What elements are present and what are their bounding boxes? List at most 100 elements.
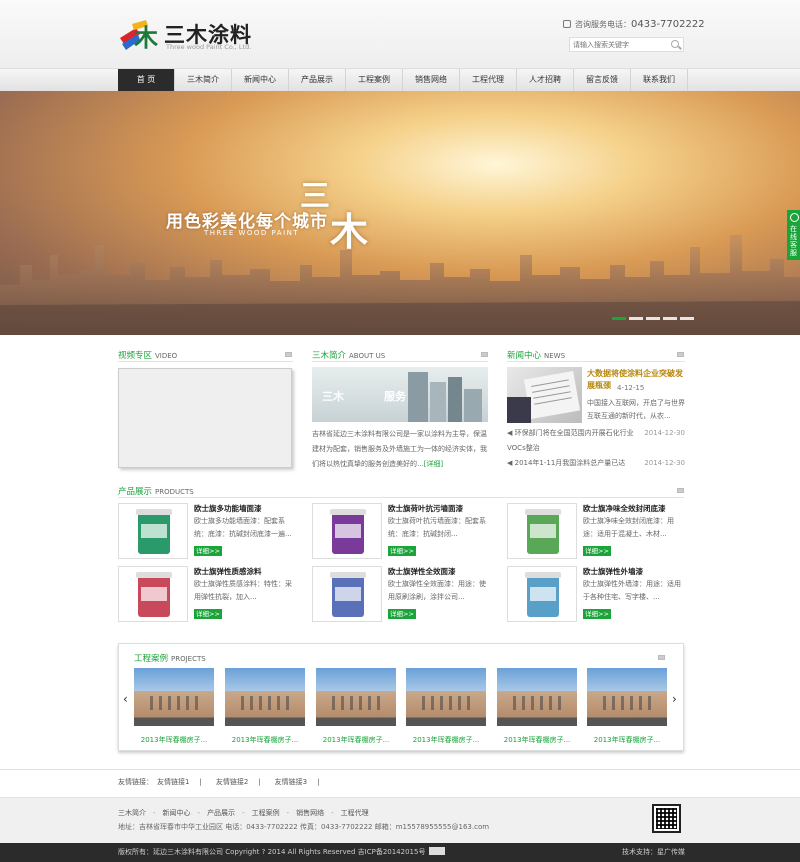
logo[interactable]: 木 三木涂料 Three wood Paint Co., Ltd. <box>118 18 278 52</box>
product-card[interactable]: 欧士旗弹性质感涂料 欧士旗弹性质感涂料：特性：采用弹性抗裂，加入... 详细>> <box>118 566 298 622</box>
products-title-en: PRODUCTS <box>155 488 194 496</box>
more-icon[interactable] <box>677 488 684 493</box>
paint-bucket-icon <box>136 509 172 554</box>
chevron-left-icon[interactable]: ‹ <box>123 692 128 706</box>
product-name[interactable]: 欧士旗弹性全效面漆 <box>388 566 456 577</box>
nav-item-jobs[interactable]: 人才招聘 <box>517 69 574 91</box>
product-detail-button[interactable]: 详细>> <box>388 609 416 619</box>
tech-support[interactable]: 技术支持：星广传媒 <box>622 843 685 862</box>
about-title: 三木简介 <box>312 351 347 361</box>
project-card[interactable]: 2013年珲春棚房子... <box>134 668 214 745</box>
friend-link[interactable]: 友情链接3 <box>275 778 307 786</box>
project-caption[interactable]: 2013年珲春棚房子... <box>497 735 577 745</box>
nav-item-sales[interactable]: 销售网络 <box>403 69 460 91</box>
paint-bucket-icon <box>330 572 366 617</box>
slide-dot[interactable] <box>646 317 660 320</box>
news-item[interactable]: ◀ 2014年1-11月我国涂料总产量已达 2014-12-30 <box>507 456 685 471</box>
footer-link[interactable]: 三木简介 <box>118 809 146 817</box>
project-image[interactable] <box>225 668 305 726</box>
product-name[interactable]: 欧士旗净味全效封闭底漆 <box>583 503 666 514</box>
slide-dot[interactable] <box>612 317 626 320</box>
project-image[interactable] <box>134 668 214 726</box>
project-caption[interactable]: 2013年珲春棚房子... <box>225 735 305 745</box>
nav-item-products[interactable]: 产品展示 <box>289 69 346 91</box>
divider <box>0 769 800 770</box>
product-card[interactable]: 欧士旗多功能墙面漆 欧士旗多功能墙面漆：配套系统：底漆：抗碱封闭底漆一遍... … <box>118 503 298 559</box>
about-section-title: 三木简介 ABOUT US <box>312 349 385 361</box>
footer-link[interactable]: 工程案例 <box>252 809 280 817</box>
product-detail-button[interactable]: 详细>> <box>388 546 416 556</box>
news-title-en: NEWS <box>544 352 566 360</box>
about-text: 吉林省延边三木涂料有限公司是一家以涂料为主导，保温建材为配套，销售服务及外墙施工… <box>312 427 488 472</box>
product-image[interactable] <box>118 503 188 559</box>
hero-banner[interactable]: 用色彩美化每个城市 THREE WOOD PAINT 三 木 <box>0 91 800 335</box>
projects-title-en: PROJECTS <box>171 655 206 663</box>
about-more-link[interactable]: [详细] <box>424 460 443 468</box>
product-detail-button[interactable]: 详细>> <box>583 546 611 556</box>
news-item-date: 2014-12-30 <box>644 459 685 467</box>
project-card[interactable]: 2013年珲春棚房子... <box>587 668 667 745</box>
project-card[interactable]: 2013年珲春棚房子... <box>497 668 577 745</box>
nav-item-home[interactable]: 首 页 <box>118 69 175 91</box>
product-image[interactable] <box>118 566 188 622</box>
product-card[interactable]: 欧士旗弹性全效面漆 欧士旗弹性全效面漆：用途：使用原刷涂刷，涂拌公司... 详细… <box>312 566 492 622</box>
more-icon[interactable] <box>481 352 488 357</box>
svg-text:木: 木 <box>133 24 159 52</box>
product-image[interactable] <box>312 566 382 622</box>
news-item[interactable]: ◀ 环保部门将在全国范围内开展石化行业VOCs整治 2014-12-30 <box>507 426 685 456</box>
project-card[interactable]: 2013年珲春棚房子... <box>225 668 305 745</box>
product-image[interactable] <box>507 503 577 559</box>
project-image[interactable] <box>316 668 396 726</box>
project-image[interactable] <box>406 668 486 726</box>
friend-link[interactable]: 友情链接1 <box>157 778 189 786</box>
more-icon[interactable] <box>677 352 684 357</box>
project-card[interactable]: 2013年珲春棚房子... <box>316 668 396 745</box>
project-image[interactable] <box>587 668 667 726</box>
product-card[interactable]: 欧士旗净味全效封闭底漆 欧士旗净味全效封闭底漆：用途：适用于混凝土、木材... … <box>507 503 687 559</box>
projects-section-title: 工程案例 PROJECTS <box>134 652 206 664</box>
nav-item-agency[interactable]: 工程代理 <box>460 69 517 91</box>
chevron-right-icon[interactable]: › <box>672 692 677 706</box>
product-detail-button[interactable]: 详细>> <box>194 609 222 619</box>
search-input[interactable] <box>570 38 666 51</box>
product-detail-button[interactable]: 详细>> <box>194 546 222 556</box>
paint-bucket-icon <box>136 572 172 617</box>
cnzz-badge-icon[interactable] <box>429 847 446 855</box>
more-icon[interactable] <box>658 655 665 660</box>
product-name[interactable]: 欧士旗弹性质感涂料 <box>194 566 262 577</box>
product-image[interactable] <box>312 503 382 559</box>
project-caption[interactable]: 2013年珲春棚房子... <box>134 735 214 745</box>
hotline: 咨询服务电话：0433-7702222 <box>563 19 705 30</box>
nav-item-projects[interactable]: 工程案例 <box>346 69 403 91</box>
friend-link[interactable]: 友情链接2 <box>216 778 248 786</box>
about-image[interactable]: 三木 服务 <box>312 367 488 422</box>
project-caption[interactable]: 2013年珲春棚房子... <box>406 735 486 745</box>
video-player[interactable] <box>118 368 292 468</box>
product-name[interactable]: 欧士旗多功能墙面漆 <box>194 503 262 514</box>
footer-link[interactable]: 新闻中心 <box>163 809 191 817</box>
project-caption[interactable]: 2013年珲春棚房子... <box>587 735 667 745</box>
nav-item-about[interactable]: 三木简介 <box>175 69 232 91</box>
nav-item-news[interactable]: 新闻中心 <box>232 69 289 91</box>
product-card[interactable]: 欧士旗荷叶抗污墙面漆 欧士旗荷叶抗污墙面漆：配套系统：底漆：抗碱封闭... 详细… <box>312 503 492 559</box>
project-caption[interactable]: 2013年珲春棚房子... <box>316 735 396 745</box>
nav-item-contact[interactable]: 联系我们 <box>631 69 688 91</box>
product-name[interactable]: 欧士旗弹性外墙漆 <box>583 566 643 577</box>
product-detail-button[interactable]: 详细>> <box>583 609 611 619</box>
news-image[interactable] <box>507 367 582 423</box>
footer-link[interactable]: 产品展示 <box>207 809 235 817</box>
more-icon[interactable] <box>285 352 292 357</box>
slide-dot[interactable] <box>663 317 677 320</box>
product-card[interactable]: 欧士旗弹性外墙漆 欧士旗弹性外墙漆：用途：适用于各种住宅、写字楼、... 详细>… <box>507 566 687 622</box>
slide-dot[interactable] <box>680 317 694 320</box>
product-name[interactable]: 欧士旗荷叶抗污墙面漆 <box>388 503 463 514</box>
footer-link[interactable]: 工程代理 <box>341 809 369 817</box>
project-image[interactable] <box>497 668 577 726</box>
slide-dot[interactable] <box>629 317 643 320</box>
search-icon[interactable] <box>671 40 679 48</box>
online-service-button[interactable]: 在线客服 <box>787 210 800 260</box>
project-card[interactable]: 2013年珲春棚房子... <box>406 668 486 745</box>
nav-item-feedback[interactable]: 留言反馈 <box>574 69 631 91</box>
footer-link[interactable]: 销售网络 <box>296 809 324 817</box>
product-image[interactable] <box>507 566 577 622</box>
